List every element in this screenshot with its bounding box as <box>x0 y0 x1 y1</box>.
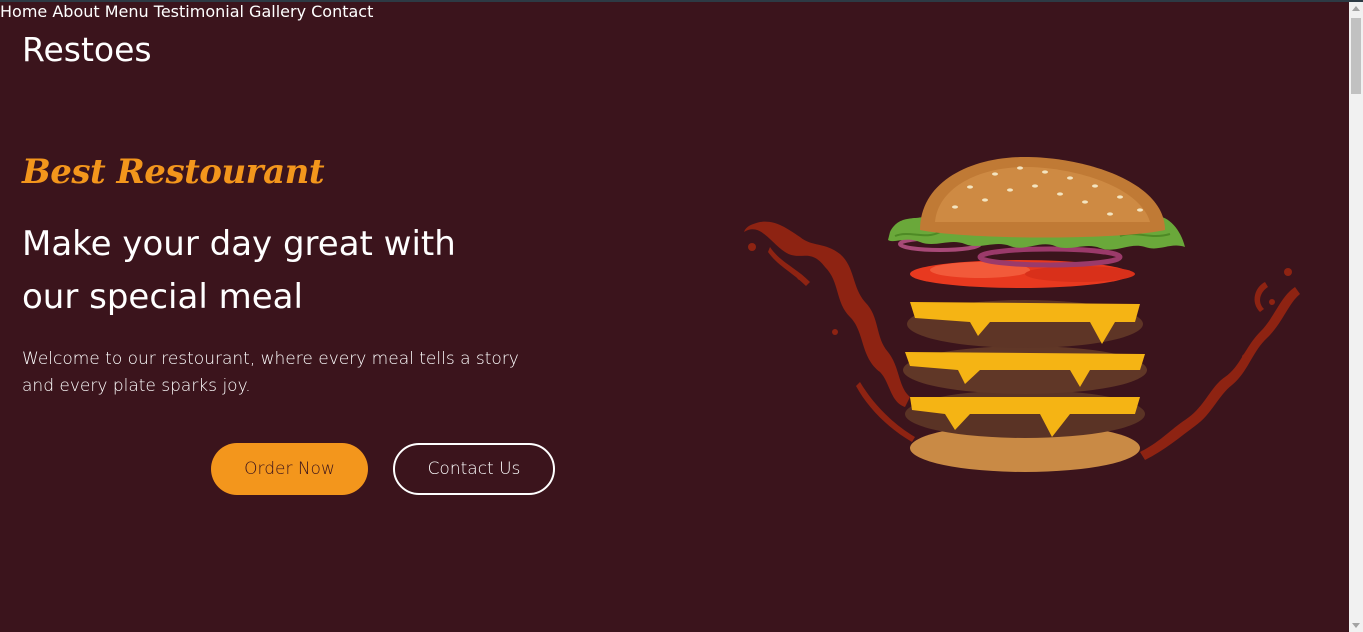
scroll-down-icon[interactable] <box>1352 623 1360 628</box>
contact-us-button[interactable]: Contact Us <box>393 443 555 495</box>
hero-subtitle: Best Restourant <box>22 152 325 192</box>
nav-menu[interactable]: Menu <box>105 2 149 21</box>
nav-about[interactable]: About <box>52 2 99 21</box>
page-scrollbar[interactable] <box>1349 2 1363 632</box>
hero-title-line-1: Make your day great with <box>22 224 456 264</box>
sauce-splash-right <box>1140 268 1300 460</box>
hero-title: Make your day great with our special mea… <box>22 218 542 324</box>
burger-image <box>744 157 1300 472</box>
page: Restoes Home About Menu Testimonial Gall… <box>0 2 1349 632</box>
sauce-splash-left <box>744 221 915 442</box>
nav-gallery[interactable]: Gallery <box>249 2 306 21</box>
nav-home[interactable]: Home <box>0 2 47 21</box>
onion-ring <box>977 246 1123 268</box>
order-now-button[interactable]: Order Now <box>211 443 368 495</box>
hero-description: Welcome to our restourant, where every m… <box>22 349 519 396</box>
site-logo[interactable]: Restoes <box>22 30 152 69</box>
nav-testimonial[interactable]: Testimonial <box>154 2 244 21</box>
scroll-up-icon[interactable] <box>1352 6 1360 11</box>
hero-title-line-2: our special meal <box>22 277 303 317</box>
scroll-thumb[interactable] <box>1351 18 1361 94</box>
main-nav: Home About Menu Testimonial Gallery Cont… <box>0 2 1349 21</box>
nav-contact[interactable]: Contact <box>311 2 373 21</box>
